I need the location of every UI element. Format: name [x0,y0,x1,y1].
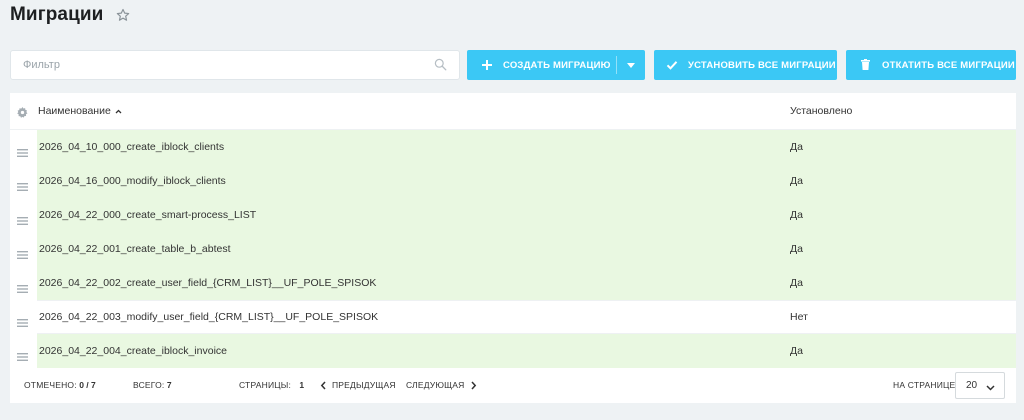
checked-label: ОТМЕЧЕНО: [24,380,77,390]
migration-name[interactable]: 2026_04_22_003_modify_user_field_{CRM_LI… [39,311,378,323]
table-row[interactable]: 2026_04_10_000_create_iblock_clients Да [10,130,1016,164]
gear-icon[interactable] [17,105,28,118]
toolbar: СОЗДАТЬ МИГРАЦИЮ УСТАНОВИТЬ ВСЕ МИГРАЦИИ… [10,50,1016,80]
migration-name[interactable]: 2026_04_22_000_create_smart-process_LIST [39,209,256,221]
drag-handle-icon[interactable] [17,246,28,259]
per-page-select[interactable]: 20 [955,372,1005,399]
installed-status: Да [790,141,803,153]
drag-handle-icon[interactable] [17,314,28,327]
pages-label: СТРАНИЦЫ: [239,380,292,390]
filter-box[interactable] [10,50,460,80]
migration-name[interactable]: 2026_04_22_001_create_table_b_abtest [39,243,231,255]
drag-handle-icon[interactable] [17,178,28,191]
page-header: Миграции [10,4,130,26]
plus-icon [481,59,493,71]
total-label: ВСЕГО: [133,380,165,390]
column-header-installed[interactable]: Установлено [790,105,852,117]
prev-label: ПРЕДЫДУЩАЯ [332,380,396,390]
chevron-left-icon [320,380,327,390]
check-icon [666,59,678,71]
installed-status: Да [790,175,803,187]
table-row[interactable]: 2026_04_22_000_create_smart-process_LIST… [10,198,1016,232]
checked-value: 0 / 7 [79,380,96,390]
migrations-table: Наименование Установлено 2026_04_10_000_… [10,93,1016,403]
chevron-down-icon [986,383,995,391]
column-header-name[interactable]: Наименование [38,105,122,117]
chevron-right-icon [470,380,477,390]
create-migration-button[interactable]: СОЗДАТЬ МИГРАЦИЮ [467,50,616,80]
migration-name[interactable]: 2026_04_22_002_create_user_field_{CRM_LI… [39,277,376,289]
table-body: 2026_04_10_000_create_iblock_clients Да 20… [10,130,1016,368]
column-name-label: Наименование [38,105,111,117]
migration-name[interactable]: 2026_04_16_000_modify_iblock_clients [39,175,226,187]
trash-icon [861,59,870,71]
per-page-value: 20 [966,380,978,391]
table-row[interactable]: 2026_04_22_001_create_table_b_abtest Да [10,232,1016,266]
rollback-all-label: ОТКАТИТЬ ВСЕ МИГРАЦИИ [882,59,1015,71]
next-label: СЛЕДУЮЩАЯ [406,380,465,390]
rollback-all-button[interactable]: ОТКАТИТЬ ВСЕ МИГРАЦИИ [846,50,1016,80]
filter-input[interactable] [11,58,425,72]
table-row[interactable]: 2026_04_22_002_create_user_field_{CRM_LI… [10,266,1016,300]
total-value: 7 [166,380,172,390]
installed-status: Да [790,209,803,221]
table-row[interactable]: 2026_04_16_000_modify_iblock_clients Да [10,164,1016,198]
migration-name[interactable]: 2026_04_10_000_create_iblock_clients [39,141,224,153]
create-migration-label: СОЗДАТЬ МИГРАЦИЮ [503,59,611,71]
create-migration-button-group: СОЗДАТЬ МИГРАЦИЮ [467,50,645,80]
installed-status: Нет [790,311,808,323]
page-title: Миграции [10,4,104,25]
installed-status: Да [790,277,803,289]
table-row[interactable]: 2026_04_22_003_modify_user_field_{CRM_LI… [10,300,1016,334]
search-icon[interactable] [434,58,447,71]
sort-asc-icon [115,108,122,115]
pages-indicator: СТРАНИЦЫ: 1 [239,380,304,390]
install-all-label: УСТАНОВИТЬ ВСЕ МИГРАЦИИ [688,59,836,71]
per-page-label: НА СТРАНИЦЕ: [893,380,958,390]
pages-value: 1 [299,380,305,390]
installed-status: Да [790,243,803,255]
star-icon[interactable] [116,8,130,22]
table-footer: ОТМЕЧЕНО: 0 / 7 ВСЕГО: 7 СТРАНИЦЫ: 1 ПРЕ… [10,367,1016,403]
table-header: Наименование Установлено [10,93,1016,130]
drag-handle-icon[interactable] [17,280,28,293]
next-page-link[interactable]: СЛЕДУЮЩАЯ [406,380,477,390]
create-menu-dropdown[interactable] [617,50,645,80]
drag-handle-icon[interactable] [17,144,28,157]
chevron-down-icon [627,60,636,71]
drag-handle-icon[interactable] [17,348,28,361]
prev-page-link[interactable]: ПРЕДЫДУЩАЯ [320,380,396,390]
drag-handle-icon[interactable] [17,212,28,225]
total-count: ВСЕГО: 7 [133,380,172,390]
migration-name[interactable]: 2026_04_22_004_create_iblock_invoice [39,345,227,357]
install-all-button[interactable]: УСТАНОВИТЬ ВСЕ МИГРАЦИИ [654,50,837,80]
table-row[interactable]: 2026_04_22_004_create_iblock_invoice Да [10,334,1016,368]
checked-count: ОТМЕЧЕНО: 0 / 7 [24,380,96,390]
installed-status: Да [790,345,803,357]
